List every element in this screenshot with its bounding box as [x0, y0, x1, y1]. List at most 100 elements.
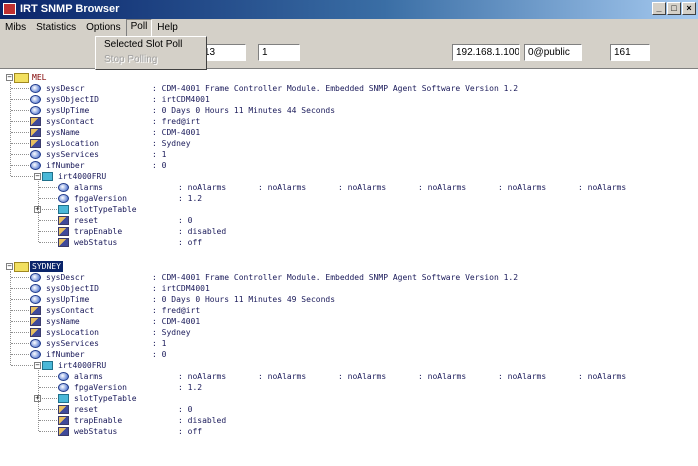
fru-node[interactable]: − irt4000FRU [0, 171, 698, 182]
mib-leaf-icon [58, 183, 69, 192]
writable-object-icon [30, 139, 41, 148]
fru-child-webStatus[interactable]: webStatus: off [0, 237, 698, 248]
writable-object-icon [58, 405, 69, 414]
fru-label: irt4000FRU [58, 361, 107, 370]
attribute-value: : 0 Days 0 Hours 11 Minutes 44 Seconds [152, 106, 336, 115]
fru-child-slotTypeTable[interactable]: + slotTypeTable [0, 393, 698, 404]
mib-attribute-sysDescr[interactable]: sysDescr: CDM-4001 Frame Controller Modu… [0, 83, 698, 94]
attribute-name: slotTypeTable [74, 394, 137, 403]
mib-leaf-icon [30, 284, 41, 293]
tree-connector [39, 420, 57, 421]
device-node-sydney[interactable]: − SYDNEY [0, 261, 698, 272]
mib-attribute-sysLocation[interactable]: sysLocation: Sydney [0, 138, 698, 149]
tree-connector [11, 321, 29, 322]
folder-icon [14, 73, 29, 83]
mib-leaf-icon [30, 84, 41, 93]
alarm-value: : noAlarms [178, 372, 227, 381]
attribute-name: sysServices [46, 339, 99, 348]
toolbar-field-2[interactable]: 1 [258, 44, 300, 61]
writable-object-icon [58, 227, 69, 236]
menu-options[interactable]: Options [81, 20, 125, 36]
mib-attribute-sysServices[interactable]: sysServices : 1 [0, 338, 698, 349]
mib-attribute-sysObjectID[interactable]: sysObjectID: irtCDM4001 [0, 94, 698, 105]
mib-attribute-sysName[interactable]: sysName: CDM-4001 [0, 127, 698, 138]
writable-object-icon [58, 238, 69, 247]
mib-leaf-icon [30, 295, 41, 304]
maximize-button[interactable]: □ [667, 2, 681, 15]
attribute-value: : 0 Days 0 Hours 11 Minutes 49 Seconds [152, 295, 336, 304]
tree-connector [39, 376, 57, 377]
attribute-value: : CDM-4001 [152, 317, 201, 326]
attribute-value: : 1 [152, 339, 167, 348]
attribute-name: sysServices [46, 150, 99, 159]
fru-child-slotTypeTable[interactable]: + slotTypeTable [0, 204, 698, 215]
writable-object-icon [58, 427, 69, 436]
attribute-name: reset [74, 405, 99, 414]
mib-attribute-sysUpTime[interactable]: sysUpTime: 0 Days 0 Hours 11 Minutes 49 … [0, 294, 698, 305]
mib-attribute-sysUpTime[interactable]: sysUpTime : 0 Days 0 Hours 11 Minutes 44 … [0, 105, 698, 116]
attribute-value: : fred@irt [152, 306, 201, 315]
menu-mibs[interactable]: Mibs [0, 20, 31, 36]
collapse-toggle-icon[interactable]: − [34, 173, 41, 180]
mib-attribute-ifNumber[interactable]: ifNumber: 0 [0, 349, 698, 360]
attribute-name: reset [74, 216, 99, 225]
mib-attribute-sysServices[interactable]: sysServices: 1 [0, 149, 698, 160]
tree-connector [11, 88, 29, 89]
writable-object-icon [30, 317, 41, 326]
menu-poll[interactable]: Poll [125, 19, 153, 37]
attribute-name: ifNumber [46, 161, 85, 170]
attribute-value: : Sydney [152, 139, 191, 148]
menu-help[interactable]: Help [152, 20, 183, 36]
attribute-name: fpgaVersion [74, 383, 127, 392]
window-title: IRT SNMP Browser [20, 3, 120, 15]
alarm-value: : noAlarms [258, 183, 307, 192]
attribute-name: sysUpTime [46, 106, 90, 115]
mib-leaf-icon [58, 383, 69, 392]
collapse-toggle-icon[interactable]: − [6, 74, 13, 81]
mib-attribute-sysContact[interactable]: sysContact: fred@irt [0, 116, 698, 127]
attribute-value: : 0 [152, 350, 167, 359]
fru-child-trapEnable[interactable]: trapEnable: disabled [0, 226, 698, 237]
alarm-value: : noAlarms [338, 183, 387, 192]
mib-attribute-sysObjectID[interactable]: sysObjectID: irtCDM4001 [0, 283, 698, 294]
writable-object-icon [58, 216, 69, 225]
attribute-value: : CDM-4001 [152, 128, 201, 137]
tree-connector [10, 271, 11, 365]
tree-connector [11, 99, 29, 100]
fru-child-reset[interactable]: reset: 0 [0, 215, 698, 226]
collapse-toggle-icon[interactable]: − [34, 362, 41, 369]
minimize-button[interactable]: _ [652, 2, 666, 15]
fru-child-alarms[interactable]: alarms: noAlarms: noAlarms: noAlarms: no… [0, 182, 698, 193]
fru-child-fpgaVersion[interactable]: fpgaVersion: 1.2 [0, 382, 698, 393]
community-field[interactable]: 0@public [524, 44, 582, 61]
menu-bar: Mibs Statistics Options Poll Help [0, 19, 698, 37]
fru-child-trapEnable[interactable]: trapEnable : disabled [0, 415, 698, 426]
alarm-value: : noAlarms [338, 372, 387, 381]
mib-attribute-sysDescr[interactable]: sysDescr: CDM-4001 Frame Controller Modu… [0, 272, 698, 283]
ip-address-field[interactable]: 192.168.1.100 [452, 44, 520, 61]
mib-attribute-sysContact[interactable]: sysContact: fred@irt [0, 305, 698, 316]
mib-attribute-sysLocation[interactable]: sysLocation: Sydney [0, 327, 698, 338]
fru-child-reset[interactable]: reset: 0 [0, 404, 698, 415]
close-button[interactable]: × [682, 2, 696, 15]
mib-attribute-ifNumber[interactable]: ifNumber: 0 [0, 160, 698, 171]
fru-child-alarms[interactable]: alarms: noAlarms: noAlarms: noAlarms: no… [0, 371, 698, 382]
alarm-value: : noAlarms [578, 183, 627, 192]
fru-child-fpgaVersion[interactable]: fpgaVersion: 1.2 [0, 193, 698, 204]
fru-node[interactable]: − irt4000FRU [0, 360, 698, 371]
selected-slot-poll-option[interactable]: Selected Slot Poll [96, 37, 206, 52]
fru-child-webStatus[interactable]: webStatus: off [0, 426, 698, 437]
mib-leaf-icon [30, 350, 41, 359]
attribute-name: sysDescr [46, 273, 85, 282]
poll-dropdown-menu: Selected Slot Poll Stop Polling [95, 36, 207, 70]
device-node-mel[interactable]: − MEL [0, 72, 698, 83]
attribute-value: : disabled [178, 416, 227, 425]
collapse-toggle-icon[interactable]: − [6, 263, 13, 270]
attribute-name: sysContact [46, 117, 95, 126]
menu-statistics[interactable]: Statistics [31, 20, 81, 36]
attribute-name: sysDescr [46, 84, 85, 93]
mib-tree[interactable]: − MEL sysDescr: CDM-4001 Frame Controller … [0, 68, 698, 466]
port-field[interactable]: 161 [610, 44, 650, 61]
mib-attribute-sysName[interactable]: sysName: CDM-4001 [0, 316, 698, 327]
attribute-name: trapEnable [74, 416, 123, 425]
